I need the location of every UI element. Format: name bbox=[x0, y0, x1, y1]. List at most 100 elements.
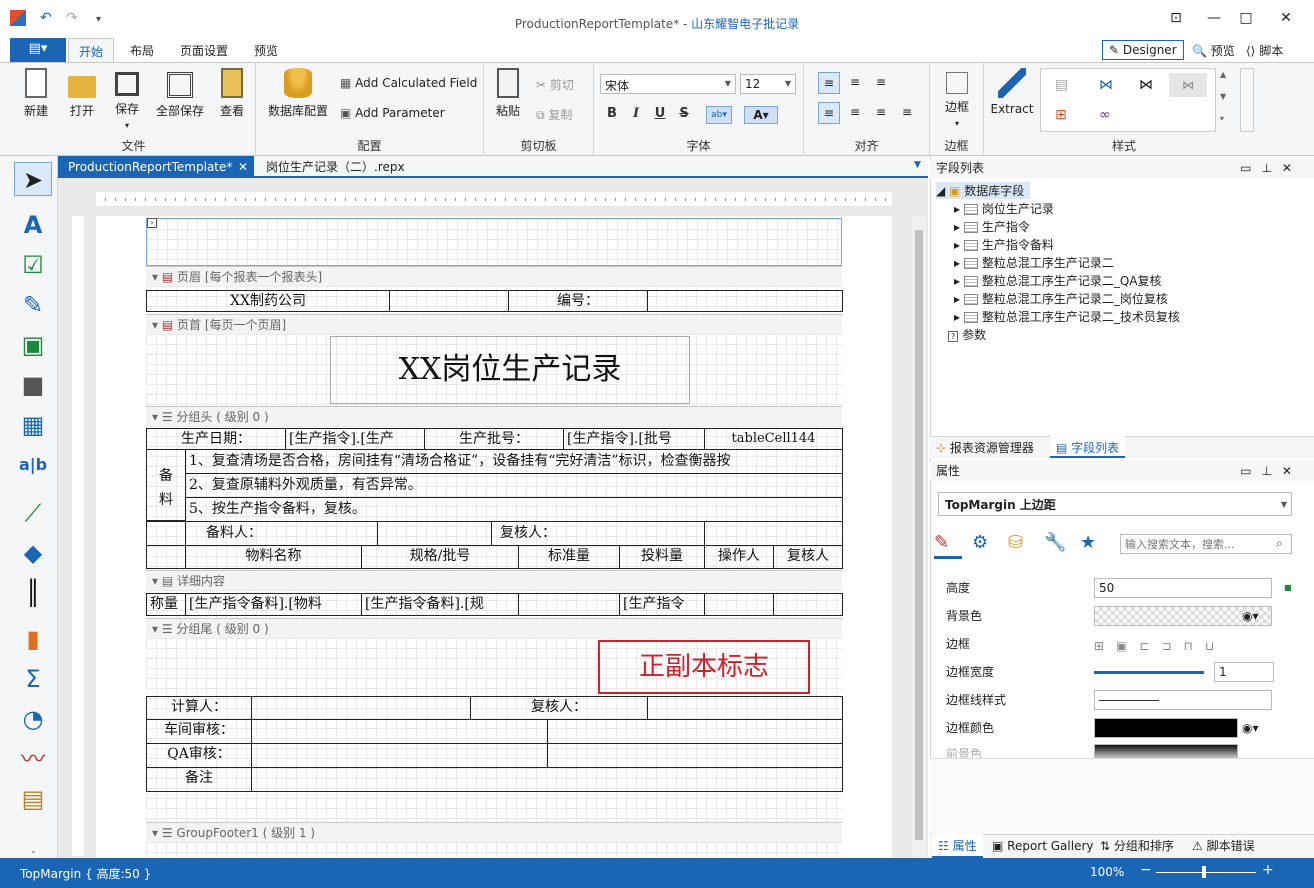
file-menu-button[interactable]: ▤▾ bbox=[10, 38, 66, 62]
align-top-center-icon[interactable]: ≡ bbox=[844, 72, 866, 94]
tab-report-explorer[interactable]: ⊹ 报表资源管理器 bbox=[936, 439, 1034, 456]
add-parameter-button[interactable]: ▣ Add Parameter bbox=[340, 106, 445, 120]
strikethrough-icon[interactable]: S bbox=[674, 106, 694, 121]
copy-stamp[interactable]: 正副本标志 bbox=[598, 640, 810, 694]
batch-field-cell[interactable]: [生产指令].[批号 bbox=[563, 428, 705, 450]
infinity-icon[interactable]: ∞ bbox=[1099, 107, 1111, 123]
band-group-footer[interactable]: ▾ ☰ 分组尾 ( 级别 0 ) bbox=[146, 618, 842, 638]
gallery-expand-icon[interactable]: ▾ bbox=[1220, 114, 1224, 123]
prod-date-label[interactable]: 生产日期： bbox=[146, 428, 286, 450]
panel-controls-icon[interactable]: ▭⊥✕ bbox=[1240, 461, 1302, 481]
border-width-input[interactable]: 1 bbox=[1214, 662, 1274, 682]
style-gallery[interactable]: ▤ ⋈ ⋈ ⋈ ⊞ ∞ bbox=[1040, 68, 1216, 132]
tabs-dropdown-icon[interactable]: ▼ bbox=[914, 160, 921, 170]
close-button[interactable]: ✕ bbox=[1274, 10, 1298, 26]
tree-item[interactable]: ▸ 生产指令备料 bbox=[954, 236, 1054, 253]
align-justify-icon[interactable]: ≡ bbox=[896, 102, 918, 124]
workshop-label[interactable]: 车间审核： bbox=[146, 719, 252, 744]
collapse-icon[interactable]: ▾ bbox=[152, 826, 162, 840]
shape-tool-icon[interactable]: ◆ bbox=[14, 536, 52, 570]
toolbox-more-icon[interactable]: ⌄ bbox=[30, 846, 37, 855]
prep-cell[interactable]: 备料 bbox=[146, 449, 186, 521]
height-input[interactable]: 50 bbox=[1094, 578, 1272, 598]
gauge-tool-icon[interactable]: ◔ bbox=[14, 702, 52, 736]
save-button[interactable]: 保存 ▾ bbox=[112, 68, 142, 131]
align-left-icon[interactable]: ≡ bbox=[818, 102, 840, 124]
zoom-slider[interactable] bbox=[1156, 872, 1256, 873]
open-button[interactable]: 打开 bbox=[64, 68, 100, 119]
empty-cell[interactable] bbox=[251, 696, 471, 720]
col-header-operator[interactable]: 操作人 bbox=[704, 545, 774, 569]
tab-post-record[interactable]: 岗位生产记录（二）.repx bbox=[256, 156, 415, 178]
top-margin-band[interactable] bbox=[146, 218, 842, 266]
preparer-label[interactable]: 备料人： bbox=[185, 521, 378, 546]
empty-cell[interactable] bbox=[251, 767, 843, 792]
band-report-header[interactable]: ▾ ▤ 页眉 [每个报表一个报表头] bbox=[146, 266, 842, 286]
zoom-out-icon[interactable]: − bbox=[1140, 862, 1152, 878]
tree-item[interactable]: ▸ 岗位生产记录 bbox=[954, 200, 1054, 217]
tab-field-list[interactable]: ▤ 字段列表 bbox=[1050, 436, 1126, 458]
foreground-color-icon[interactable]: A▾ bbox=[744, 106, 778, 124]
order-field-cell[interactable]: [生产指令].[生产 bbox=[285, 428, 425, 450]
style-item-icon[interactable]: ⋈ bbox=[1169, 73, 1207, 97]
band-group-footer-1[interactable]: ▾ ☰ GroupFooter1 ( 级别 1 ) bbox=[146, 822, 842, 842]
detail-spec-cell[interactable]: [生产指令备料].[规 bbox=[361, 593, 519, 616]
style-item-icon[interactable]: ⋈ bbox=[1099, 77, 1113, 93]
italic-icon[interactable]: I bbox=[626, 106, 646, 121]
border-width-slider[interactable] bbox=[1094, 671, 1204, 674]
tab-report-gallery[interactable]: ▣ Report Gallery bbox=[992, 834, 1094, 858]
detail-reviewer-cell[interactable] bbox=[773, 593, 843, 616]
col-header-standard[interactable]: 标准量 bbox=[518, 545, 620, 569]
maximize-button[interactable]: □ bbox=[1234, 10, 1258, 26]
minimize-button[interactable]: — bbox=[1202, 10, 1226, 26]
designer-toggle[interactable]: ✎ Designer bbox=[1102, 40, 1184, 60]
remark-label[interactable]: 备注 bbox=[146, 767, 252, 792]
cut-button[interactable]: ✂ 剪切 bbox=[536, 76, 574, 93]
tab-properties[interactable]: ☷ 属性 bbox=[932, 834, 983, 858]
company-cell[interactable]: XX制药公司 bbox=[146, 290, 390, 312]
empty-cell[interactable] bbox=[377, 521, 492, 546]
empty-cell[interactable] bbox=[704, 521, 843, 546]
tab-page-setup[interactable]: 页面设置 bbox=[180, 42, 228, 59]
empty-cell[interactable] bbox=[647, 696, 843, 720]
zoom-slider-thumb[interactable] bbox=[1202, 866, 1206, 878]
checkbox-tool-icon[interactable]: ☑ bbox=[14, 248, 52, 282]
copy-button[interactable]: ⧉ 复制 bbox=[536, 106, 572, 123]
panel-controls-icon[interactable]: ▭⊥✕ bbox=[1240, 158, 1302, 178]
check-item-1[interactable]: 1、复查清场是否合格，房间挂有“清场合格证”，设备挂有“完好清洁”标识，检查衡器… bbox=[185, 449, 843, 474]
collapse-icon[interactable]: ▾ bbox=[152, 318, 162, 332]
design-scrollbar[interactable] bbox=[912, 216, 926, 858]
picture-tool-icon[interactable]: ▣ bbox=[14, 328, 52, 362]
foreground-color-input[interactable] bbox=[1094, 744, 1238, 758]
empty-cell[interactable] bbox=[146, 521, 186, 546]
border-button[interactable]: 边框 ▾ bbox=[938, 68, 976, 129]
style-item-icon[interactable]: ⋈ bbox=[1139, 77, 1153, 93]
panel-tool-icon[interactable]: ■ bbox=[14, 368, 52, 402]
empty-cell[interactable] bbox=[389, 290, 509, 312]
sum-tool-icon[interactable]: Σ bbox=[14, 662, 52, 696]
expand-icon[interactable]: ▸ bbox=[954, 310, 964, 324]
tab-production-report[interactable]: ProductionReportTemplate* ✕ bbox=[58, 156, 254, 178]
empty-cell[interactable] bbox=[251, 719, 548, 744]
detail-operator-cell[interactable] bbox=[704, 593, 774, 616]
windows-logo-icon[interactable]: ⊞ bbox=[1055, 107, 1067, 123]
collapse-icon[interactable]: ▾ bbox=[152, 574, 162, 588]
expand-icon[interactable]: ▸ bbox=[954, 292, 964, 306]
band-page-header[interactable]: ▾ ▤ 页首 [每页一个页眉] bbox=[146, 314, 842, 334]
script-toggle[interactable]: ⟨⟩ 脚本 bbox=[1240, 40, 1289, 61]
subreport-tool-icon[interactable]: ▤ bbox=[14, 782, 52, 816]
align-center-icon[interactable]: ≡ bbox=[844, 102, 866, 124]
expand-icon[interactable]: ▸ bbox=[954, 220, 964, 234]
qa-label[interactable]: QA审核： bbox=[146, 743, 252, 768]
col-header-reviewer[interactable]: 复核人 bbox=[773, 545, 843, 569]
check-item-2[interactable]: 2、复查原辅料外观质量，有否异常。 bbox=[185, 473, 843, 498]
empty-cell[interactable] bbox=[146, 545, 186, 569]
col-header-dosage[interactable]: 投料量 bbox=[619, 545, 705, 569]
wrench-icon[interactable]: 🔧 bbox=[1044, 532, 1066, 553]
col-header-spec[interactable]: 规格/批号 bbox=[361, 545, 519, 569]
tree-item[interactable]: ▸ 整粒总混工序生产记录二_QA复核 bbox=[954, 272, 1162, 289]
band-detail[interactable]: ▾ ▤ 详细内容 bbox=[146, 570, 842, 590]
tab-home[interactable]: 开始 bbox=[68, 38, 115, 63]
paste-button[interactable]: 粘贴 bbox=[490, 68, 526, 119]
zoom-in-icon[interactable]: + bbox=[1262, 862, 1274, 878]
